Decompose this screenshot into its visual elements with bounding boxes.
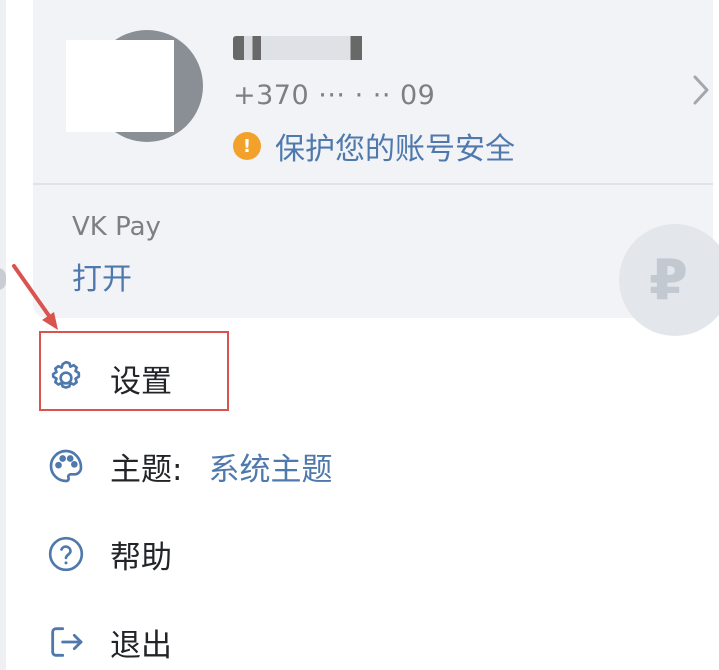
ruble-icon: ₽ bbox=[649, 248, 688, 313]
menu-item-help[interactable]: 帮助 bbox=[44, 526, 172, 582]
vkpay-label: VK Pay bbox=[72, 212, 161, 242]
profile-card[interactable]: +370 ··· · ·· 09 ! 保护您的账号安全 bbox=[33, 0, 713, 318]
chevron-right-icon[interactable] bbox=[691, 73, 711, 107]
menu-item-logout[interactable]: 退出 bbox=[44, 614, 172, 670]
palette-icon bbox=[44, 444, 88, 488]
security-prompt[interactable]: ! 保护您的账号安全 bbox=[233, 124, 515, 168]
left-edge-shadow bbox=[0, 0, 6, 670]
menu-item-theme-value: 系统主题 bbox=[208, 451, 333, 488]
user-name-blurred bbox=[233, 36, 373, 60]
security-prompt-text[interactable]: 保护您的账号安全 bbox=[275, 124, 515, 168]
card-divider bbox=[33, 183, 713, 185]
drawer-handle[interactable] bbox=[0, 268, 6, 290]
question-circle-icon bbox=[44, 532, 88, 576]
menu-item-help-label: 帮助 bbox=[110, 539, 172, 576]
logout-icon bbox=[44, 620, 88, 664]
annotation-arrow-icon bbox=[12, 264, 58, 330]
phone-number: +370 ··· · ·· 09 bbox=[233, 80, 436, 111]
menu-item-logout-label: 退出 bbox=[110, 627, 172, 664]
avatar-redaction bbox=[66, 40, 174, 132]
vkpay-open-link[interactable]: 打开 bbox=[72, 254, 132, 298]
menu-item-theme[interactable]: 主题: 系统主题 bbox=[44, 438, 332, 494]
warning-icon: ! bbox=[233, 132, 261, 160]
menu-item-theme-label: 主题: bbox=[110, 451, 183, 488]
ruble-badge[interactable]: ₽ bbox=[619, 224, 719, 336]
annotation-highlight-box bbox=[39, 331, 229, 411]
